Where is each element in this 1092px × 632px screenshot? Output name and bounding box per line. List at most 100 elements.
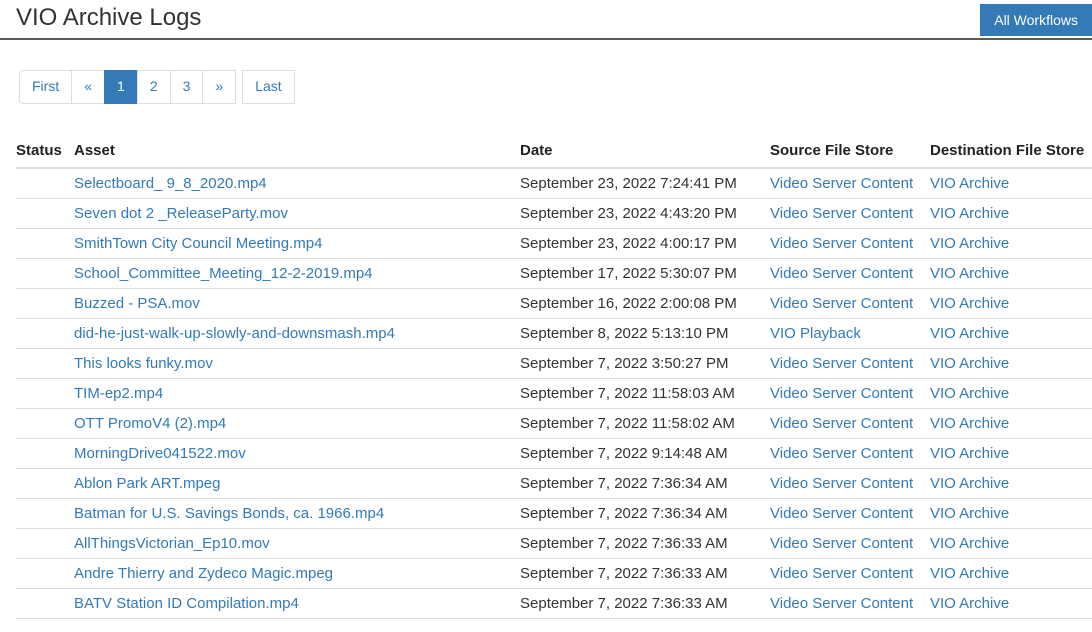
destination-link[interactable]: VIO Archive	[930, 235, 1009, 252]
destination-link[interactable]: VIO Archive	[930, 565, 1009, 582]
source-link[interactable]: VIO Playback	[770, 325, 861, 342]
cell-date: September 23, 2022 7:24:41 PM	[520, 168, 770, 199]
cell-asset: AllThingsVictorian_Ep10.mov	[74, 528, 520, 558]
cell-asset: SmithTown City Council Meeting.mp4	[74, 228, 520, 258]
cell-source: Video Server Content	[770, 348, 930, 378]
asset-link[interactable]: Ablon Park ART.mpeg	[74, 475, 220, 492]
cell-destination: VIO Archive	[930, 528, 1092, 558]
cell-asset: Seven dot 2 _ReleaseParty.mov	[74, 198, 520, 228]
source-link[interactable]: Video Server Content	[770, 415, 913, 432]
all-workflows-button[interactable]: All Workflows	[980, 4, 1092, 36]
destination-link[interactable]: VIO Archive	[930, 205, 1009, 222]
asset-link[interactable]: Seven dot 2 _ReleaseParty.mov	[74, 205, 288, 222]
cell-destination: VIO Archive	[930, 558, 1092, 588]
cell-date: September 23, 2022 4:43:20 PM	[520, 198, 770, 228]
cell-destination: VIO Archive	[930, 288, 1092, 318]
table-row: BATV Station ID Compilation.mp4 September…	[16, 588, 1092, 618]
source-link[interactable]: Video Server Content	[770, 475, 913, 492]
cell-asset: Batman for U.S. Savings Bonds, ca. 1966.…	[74, 498, 520, 528]
pagination-first[interactable]: First	[19, 70, 72, 104]
asset-link[interactable]: SmithTown City Council Meeting.mp4	[74, 235, 322, 252]
destination-link[interactable]: VIO Archive	[930, 595, 1009, 612]
table-row: SmithTown City Council Meeting.mp4 Septem…	[16, 228, 1092, 258]
cell-date: September 7, 2022 7:36:33 AM	[520, 528, 770, 558]
asset-link[interactable]: Batman for U.S. Savings Bonds, ca. 1966.…	[74, 505, 384, 522]
cell-asset: Selectboard_ 9_8_2020.mp4	[74, 168, 520, 199]
source-link[interactable]: Video Server Content	[770, 205, 913, 222]
asset-link[interactable]: AllThingsVictorian_Ep10.mov	[74, 535, 270, 552]
destination-link[interactable]: VIO Archive	[930, 295, 1009, 312]
destination-link[interactable]: VIO Archive	[930, 175, 1009, 192]
asset-link[interactable]: TIM-ep2.mp4	[74, 385, 163, 402]
destination-link[interactable]: VIO Archive	[930, 415, 1009, 432]
source-link[interactable]: Video Server Content	[770, 445, 913, 462]
cell-status	[16, 198, 74, 228]
cell-destination: VIO Archive	[930, 408, 1092, 438]
table-row: did-he-just-walk-up-slowly-and-downsmash…	[16, 318, 1092, 348]
cell-asset: Andre Thierry and Zydeco Magic.mpeg	[74, 558, 520, 588]
column-status[interactable]: Status	[16, 134, 74, 168]
destination-link[interactable]: VIO Archive	[930, 265, 1009, 282]
asset-link[interactable]: did-he-just-walk-up-slowly-and-downsmash…	[74, 325, 395, 342]
cell-asset: Ablon Park ART.mpeg	[74, 468, 520, 498]
cell-status	[16, 438, 74, 468]
cell-source: Video Server Content	[770, 378, 930, 408]
source-link[interactable]: Video Server Content	[770, 355, 913, 372]
column-source[interactable]: Source File Store	[770, 134, 930, 168]
source-link[interactable]: Video Server Content	[770, 595, 913, 612]
cell-destination: VIO Archive	[930, 318, 1092, 348]
cell-destination: VIO Archive	[930, 468, 1092, 498]
destination-link[interactable]: VIO Archive	[930, 385, 1009, 402]
asset-link[interactable]: Andre Thierry and Zydeco Magic.mpeg	[74, 565, 333, 582]
column-asset[interactable]: Asset	[74, 134, 520, 168]
cell-destination: VIO Archive	[930, 228, 1092, 258]
column-destination[interactable]: Destination File Store	[930, 134, 1092, 168]
cell-destination: VIO Archive	[930, 438, 1092, 468]
source-link[interactable]: Video Server Content	[770, 175, 913, 192]
asset-link[interactable]: BATV Station ID Compilation.mp4	[74, 595, 299, 612]
destination-link[interactable]: VIO Archive	[930, 325, 1009, 342]
cell-status	[16, 528, 74, 558]
pagination-page-3[interactable]: 3	[170, 70, 204, 104]
asset-link[interactable]: Selectboard_ 9_8_2020.mp4	[74, 175, 267, 192]
cell-date: September 7, 2022 7:36:33 AM	[520, 588, 770, 618]
destination-link[interactable]: VIO Archive	[930, 505, 1009, 522]
asset-link[interactable]: School_Committee_Meeting_12-2-2019.mp4	[74, 265, 373, 282]
destination-link[interactable]: VIO Archive	[930, 445, 1009, 462]
archive-logs-table: Status Asset Date Source File Store Dest…	[16, 134, 1092, 619]
cell-source: Video Server Content	[770, 528, 930, 558]
cell-destination: VIO Archive	[930, 378, 1092, 408]
pagination-next[interactable]: »	[202, 70, 236, 104]
asset-link[interactable]: MorningDrive041522.mov	[74, 445, 246, 462]
cell-status	[16, 588, 74, 618]
cell-asset: This looks funky.mov	[74, 348, 520, 378]
asset-link[interactable]: Buzzed - PSA.mov	[74, 295, 200, 312]
cell-destination: VIO Archive	[930, 258, 1092, 288]
source-link[interactable]: Video Server Content	[770, 265, 913, 282]
cell-destination: VIO Archive	[930, 588, 1092, 618]
cell-date: September 23, 2022 4:00:17 PM	[520, 228, 770, 258]
destination-link[interactable]: VIO Archive	[930, 355, 1009, 372]
cell-date: September 7, 2022 3:50:27 PM	[520, 348, 770, 378]
source-link[interactable]: Video Server Content	[770, 535, 913, 552]
destination-link[interactable]: VIO Archive	[930, 475, 1009, 492]
cell-source: Video Server Content	[770, 168, 930, 199]
source-link[interactable]: Video Server Content	[770, 295, 913, 312]
pagination-prev[interactable]: «	[71, 70, 105, 104]
asset-link[interactable]: This looks funky.mov	[74, 355, 213, 372]
source-link[interactable]: Video Server Content	[770, 505, 913, 522]
cell-asset: did-he-just-walk-up-slowly-and-downsmash…	[74, 318, 520, 348]
pagination-page-2[interactable]: 2	[137, 70, 171, 104]
pagination-last[interactable]: Last	[242, 70, 294, 104]
cell-asset: Buzzed - PSA.mov	[74, 288, 520, 318]
table-row: Buzzed - PSA.mov September 16, 2022 2:00:…	[16, 288, 1092, 318]
cell-source: Video Server Content	[770, 468, 930, 498]
source-link[interactable]: Video Server Content	[770, 385, 913, 402]
destination-link[interactable]: VIO Archive	[930, 535, 1009, 552]
column-date[interactable]: Date	[520, 134, 770, 168]
asset-link[interactable]: OTT PromoV4 (2).mp4	[74, 415, 226, 432]
source-link[interactable]: Video Server Content	[770, 565, 913, 582]
cell-date: September 16, 2022 2:00:08 PM	[520, 288, 770, 318]
cell-date: September 7, 2022 11:58:02 AM	[520, 408, 770, 438]
source-link[interactable]: Video Server Content	[770, 235, 913, 252]
